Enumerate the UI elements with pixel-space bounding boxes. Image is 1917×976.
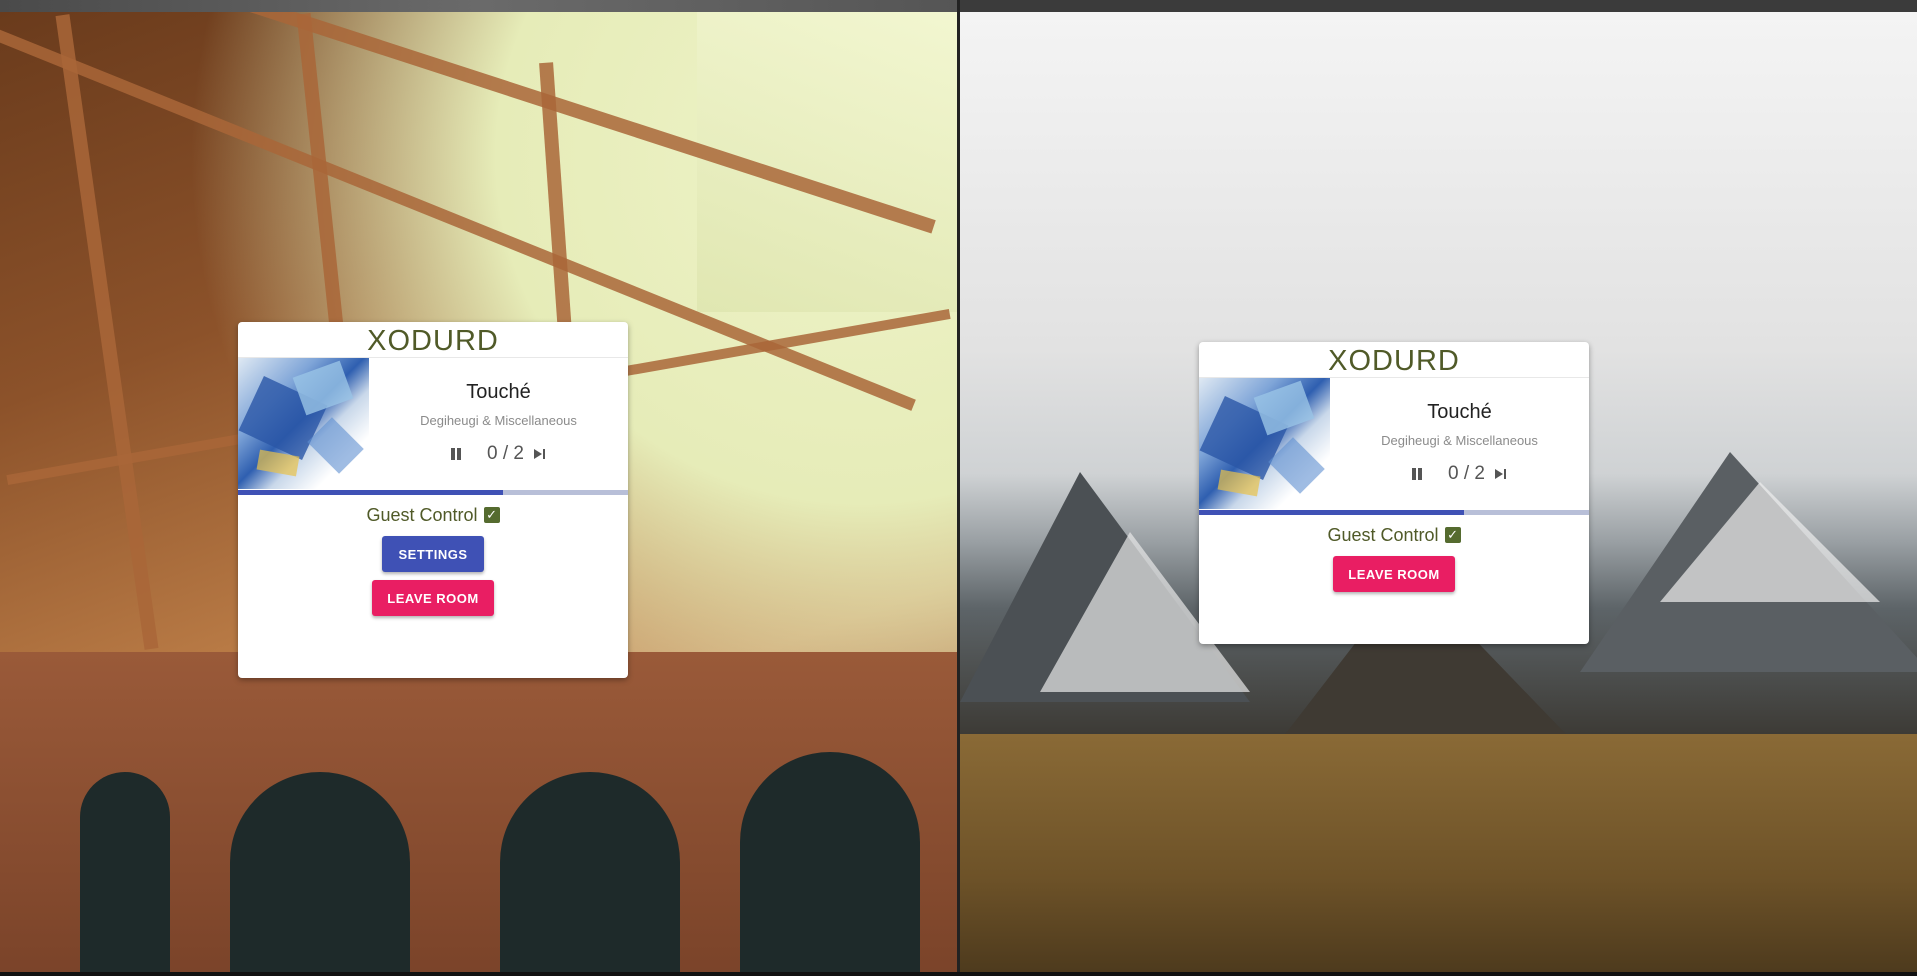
album-art [1199, 378, 1330, 509]
browser-top-bar-right [960, 0, 1917, 12]
song-progress-bar [238, 490, 628, 495]
room-code-title: XODURD [1199, 342, 1589, 378]
browser-top-bar-left [0, 0, 958, 12]
skip-votes: 0 / 2 [1448, 463, 1485, 484]
music-player: Touché Degiheugi & Miscellaneous 0 / 2 [1199, 378, 1589, 510]
skip-next-icon[interactable] [1494, 467, 1509, 481]
song-artist: Degiheugi & Miscellaneous [1381, 433, 1538, 448]
music-player: Touché Degiheugi & Miscellaneous 0 / 2 [238, 358, 628, 490]
checkbox-checked-icon: ✓ [483, 507, 500, 523]
song-artist: Degiheugi & Miscellaneous [420, 413, 577, 428]
guest-control: Guest Control ✓ [238, 505, 628, 526]
guest-control: Guest Control ✓ [1199, 525, 1589, 546]
song-progress-fill [1199, 510, 1465, 515]
pause-icon[interactable] [1410, 466, 1424, 482]
guest-control-label: Guest Control [366, 505, 478, 525]
leave-room-button[interactable]: LEAVE ROOM [372, 580, 494, 616]
skip-next-icon[interactable] [533, 447, 548, 461]
guest-control-label: Guest Control [1327, 525, 1439, 545]
room-code-title: XODURD [238, 322, 628, 358]
checkbox-checked-icon: ✓ [1444, 527, 1461, 543]
room-card: XODURD Touché Degiheugi & Miscellaneous … [1199, 342, 1589, 644]
host-window: XODURD Touché Degiheugi & Miscellaneous … [0, 12, 957, 974]
guest-window: XODURD Touché Degiheugi & Miscellaneous … [960, 12, 1917, 974]
album-art [238, 358, 369, 489]
song-title: Touché [466, 381, 531, 403]
skip-votes: 0 / 2 [487, 443, 524, 464]
song-title: Touché [1427, 401, 1492, 423]
pause-icon[interactable] [449, 446, 463, 462]
song-progress-fill [238, 490, 504, 495]
settings-button[interactable]: SETTINGS [382, 536, 484, 572]
leave-room-button[interactable]: LEAVE ROOM [1333, 556, 1455, 592]
bottom-edge [0, 972, 1917, 976]
room-card: XODURD Touché Degiheugi & Miscellaneous … [238, 322, 628, 678]
song-progress-bar [1199, 510, 1589, 515]
